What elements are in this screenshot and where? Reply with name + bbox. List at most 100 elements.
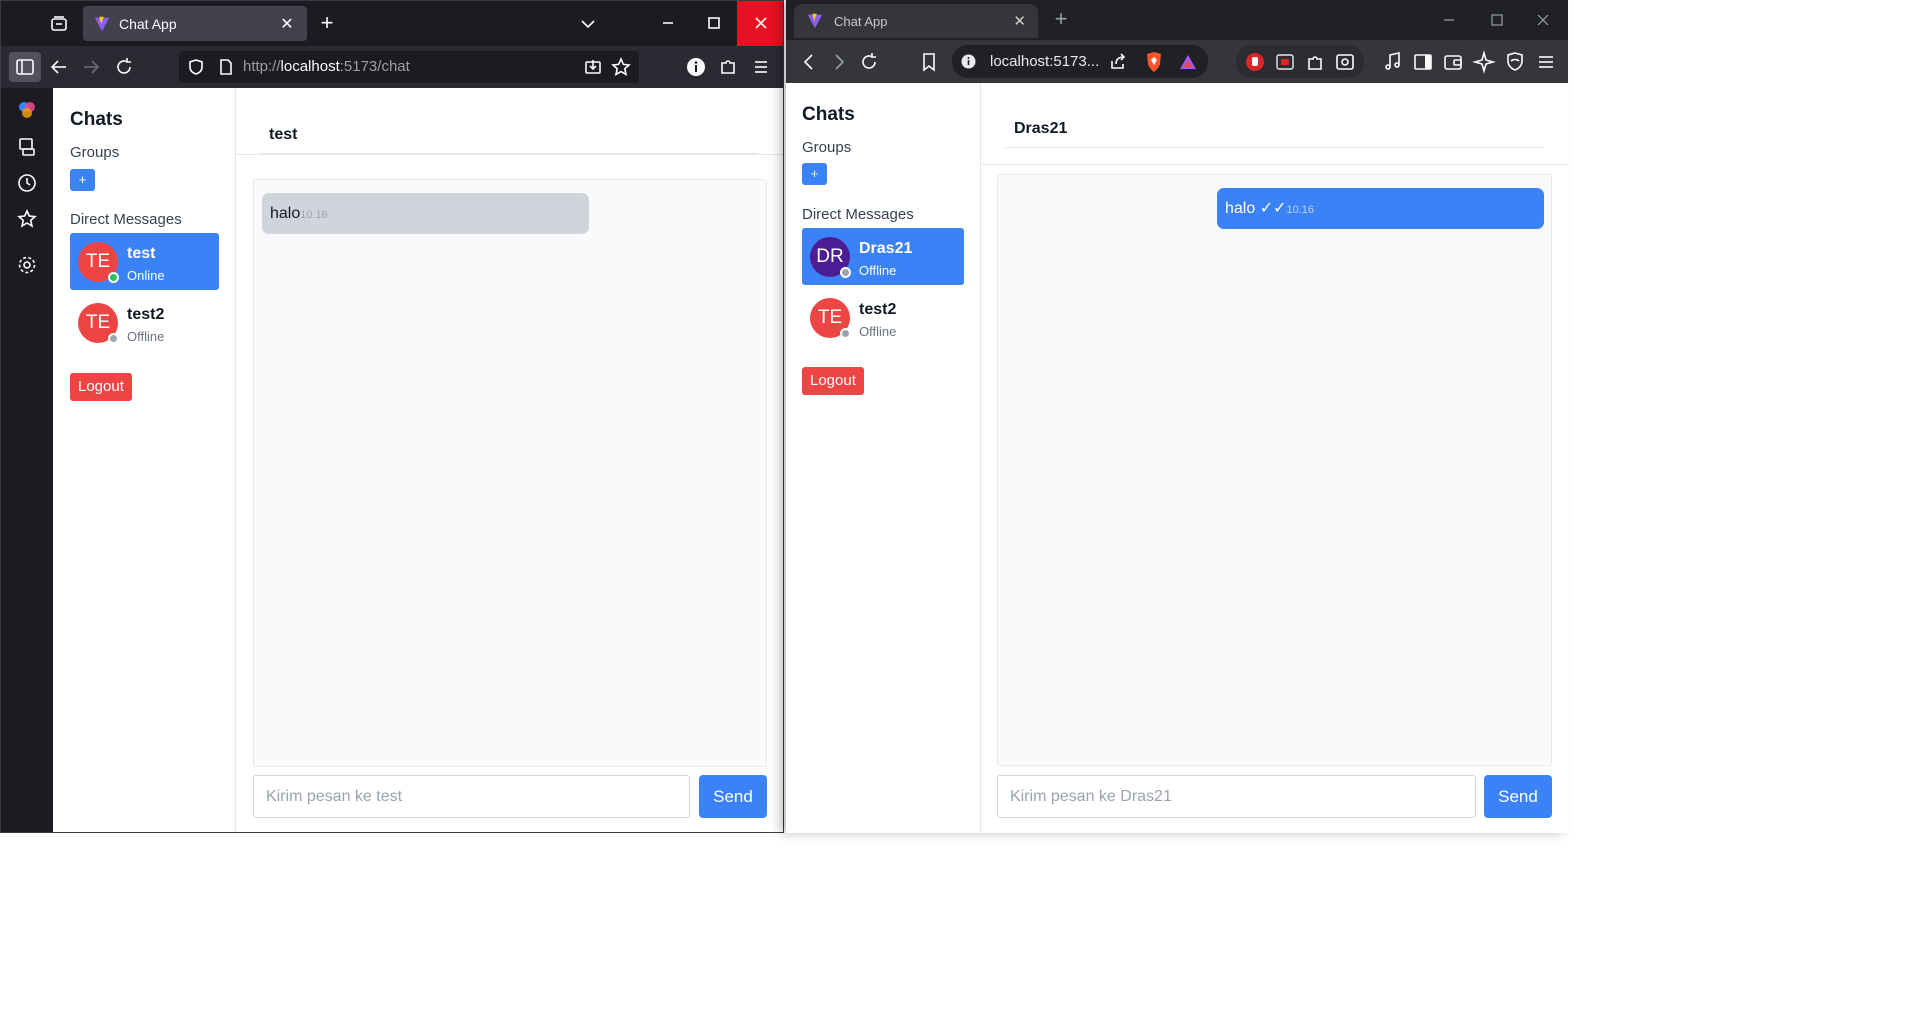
offline-status-dot bbox=[840, 328, 851, 339]
minimize-button[interactable] bbox=[645, 1, 691, 46]
groups-label: Groups bbox=[70, 144, 120, 161]
maximize-button[interactable] bbox=[691, 1, 737, 46]
music-note-icon bbox=[1385, 52, 1400, 70]
chat-sidebar: Chats Groups + Direct Messages TE test O… bbox=[53, 88, 236, 832]
contact-item-test2[interactable]: TE test2 Offline bbox=[802, 289, 964, 346]
contact-item-test[interactable]: TE test Online bbox=[70, 233, 219, 290]
sidebar-toggle-button[interactable] bbox=[9, 52, 41, 82]
tab-overview-button[interactable] bbox=[39, 7, 79, 41]
copilot-icon[interactable] bbox=[15, 98, 39, 122]
playlist-button[interactable] bbox=[1380, 49, 1406, 75]
contact-name: test2 bbox=[127, 306, 165, 323]
tab-close-icon[interactable]: ✕ bbox=[1013, 12, 1026, 30]
new-tab-button[interactable]: + bbox=[1048, 6, 1074, 32]
logout-button[interactable]: Logout bbox=[70, 373, 132, 401]
minimize-icon bbox=[663, 22, 673, 24]
add-group-button[interactable]: + bbox=[802, 163, 827, 185]
stop-hand-extension-icon[interactable] bbox=[1244, 51, 1266, 73]
synced-tabs-icon[interactable] bbox=[15, 135, 39, 159]
sidebar-title: Chats bbox=[70, 109, 123, 130]
back-button[interactable] bbox=[45, 53, 73, 81]
online-status-dot bbox=[108, 272, 119, 283]
message-text: halo bbox=[1225, 200, 1260, 217]
chevron-down-icon bbox=[581, 20, 595, 29]
send-button[interactable]: Send bbox=[1484, 775, 1552, 818]
message-list[interactable]: halo ✓✓10.16 bbox=[997, 174, 1552, 766]
url-prefix: http:// bbox=[243, 58, 281, 75]
vpn-button[interactable] bbox=[1502, 49, 1528, 75]
url-bar[interactable]: localhost:5173... bbox=[952, 45, 1208, 78]
bookmark-button[interactable] bbox=[916, 49, 942, 75]
title-bar: Chat App ✕ + bbox=[1, 1, 783, 46]
shield-icon[interactable] bbox=[187, 58, 205, 76]
sidebar-button[interactable] bbox=[1410, 49, 1436, 75]
send-button[interactable]: Send bbox=[699, 775, 767, 818]
message-bubble: halo10.16 bbox=[262, 193, 589, 234]
tab-chat-app[interactable]: Chat App ✕ bbox=[83, 6, 307, 41]
header-divider bbox=[260, 153, 758, 154]
read-ticks-icon: ✓✓ bbox=[1259, 200, 1287, 217]
url-text: http://localhost:5173/chat bbox=[243, 58, 410, 75]
close-window-button[interactable] bbox=[737, 1, 783, 46]
vite-favicon-icon bbox=[807, 13, 823, 29]
sidebar-icon bbox=[1414, 54, 1432, 70]
browser-sidebar bbox=[1, 88, 53, 832]
add-group-button[interactable]: + bbox=[70, 169, 95, 191]
share-icon[interactable] bbox=[1108, 52, 1128, 72]
site-info-icon[interactable] bbox=[960, 53, 977, 70]
reload-button[interactable] bbox=[110, 53, 138, 81]
screen-recorder-icon[interactable] bbox=[1274, 51, 1296, 73]
back-button[interactable] bbox=[796, 49, 822, 75]
direct-messages-label: Direct Messages bbox=[802, 206, 914, 223]
wallet-button[interactable] bbox=[1440, 49, 1466, 75]
chat-header: test bbox=[236, 88, 783, 155]
contact-item-test2[interactable]: TE test2 Offline bbox=[70, 294, 219, 351]
contact-status: Offline bbox=[127, 329, 165, 344]
history-clock-icon[interactable] bbox=[15, 171, 39, 195]
contact-status: Offline bbox=[859, 324, 897, 339]
offline-status-dot bbox=[840, 267, 851, 278]
reload-button[interactable] bbox=[856, 49, 882, 75]
logout-button[interactable]: Logout bbox=[802, 367, 864, 395]
menu-button[interactable] bbox=[747, 53, 775, 81]
save-to-pocket-icon[interactable] bbox=[583, 57, 603, 77]
tab-close-icon[interactable]: ✕ bbox=[277, 14, 297, 34]
tab-chat-app[interactable]: Chat App ✕ bbox=[794, 4, 1038, 38]
sidebar-icon bbox=[16, 59, 34, 75]
forward-button[interactable] bbox=[77, 53, 105, 81]
brave-shields-icon[interactable] bbox=[1144, 51, 1164, 73]
bookmark-star-icon[interactable] bbox=[611, 57, 631, 77]
message-list[interactable]: halo10.16 bbox=[253, 179, 767, 767]
message-bubble: halo ✓✓10.16 bbox=[1217, 188, 1544, 229]
chat-title: Dras21 bbox=[1014, 120, 1068, 137]
contact-item-dras21[interactable]: DR Dras21 Offline bbox=[802, 228, 964, 285]
message-input[interactable] bbox=[253, 775, 690, 818]
contact-name: test2 bbox=[859, 301, 897, 318]
minimize-icon bbox=[1444, 19, 1454, 21]
puzzle-icon[interactable] bbox=[1304, 51, 1326, 73]
url-bar[interactable]: http://localhost:5173/chat bbox=[179, 51, 639, 83]
media-inspect-icon[interactable] bbox=[1334, 51, 1356, 73]
menu-button[interactable] bbox=[1533, 49, 1559, 75]
arrow-right-icon bbox=[84, 60, 100, 74]
forward-button[interactable] bbox=[826, 49, 852, 75]
navigation-bar: localhost:5173... bbox=[786, 40, 1568, 83]
new-tab-button[interactable]: + bbox=[313, 9, 341, 37]
leo-ai-button[interactable] bbox=[1472, 49, 1498, 75]
chat-sidebar: Chats Groups + Direct Messages DR Dras21… bbox=[786, 83, 981, 833]
gear-icon[interactable] bbox=[15, 253, 39, 277]
info-button[interactable] bbox=[682, 53, 710, 81]
vite-favicon-icon bbox=[94, 16, 110, 31]
close-icon bbox=[1537, 14, 1549, 26]
brave-rewards-icon[interactable] bbox=[1178, 52, 1198, 72]
minimize-button[interactable] bbox=[1426, 0, 1472, 40]
tabs-icon bbox=[51, 16, 67, 31]
chat-main: test halo10.16 Send bbox=[236, 88, 783, 832]
list-tabs-button[interactable] bbox=[575, 11, 601, 37]
extensions-button[interactable] bbox=[714, 53, 742, 81]
close-window-button[interactable] bbox=[1520, 0, 1566, 40]
message-input[interactable] bbox=[997, 775, 1476, 818]
page-icon[interactable] bbox=[217, 58, 235, 76]
bookmarks-star-icon[interactable] bbox=[15, 207, 39, 231]
maximize-button[interactable] bbox=[1474, 0, 1520, 40]
